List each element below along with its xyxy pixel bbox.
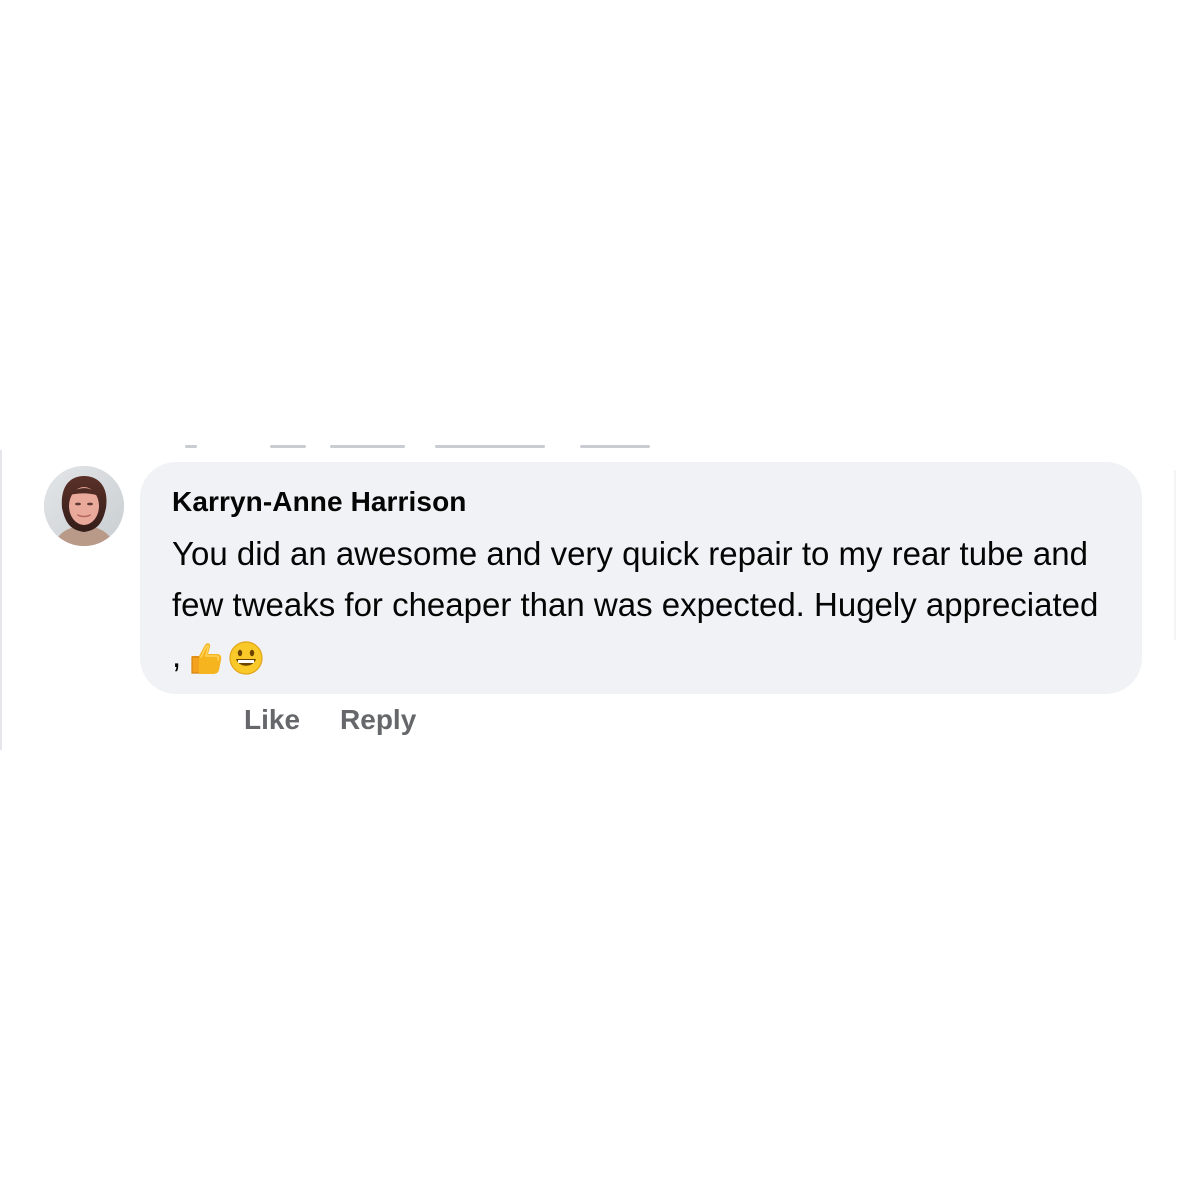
avatar[interactable] xyxy=(44,466,124,546)
comment-body: You did an awesome and very quick repair… xyxy=(172,535,1099,674)
clipped-previous-comment xyxy=(185,441,655,451)
comment-actions: Like Reply xyxy=(244,704,416,736)
comment-bubble: Karryn-Anne Harrison You did an awesome … xyxy=(140,462,1142,694)
edge-line xyxy=(1174,470,1176,640)
comment-text: You did an awesome and very quick repair… xyxy=(172,528,1112,681)
comment-item: Karryn-Anne Harrison You did an awesome … xyxy=(42,462,1152,762)
thumbs-up-icon xyxy=(185,639,223,677)
reply-button[interactable]: Reply xyxy=(340,704,416,736)
comment-author[interactable]: Karryn-Anne Harrison xyxy=(172,486,467,518)
emoji-row xyxy=(185,639,265,677)
comment-canvas: Karryn-Anne Harrison You did an awesome … xyxy=(0,0,1200,1200)
thread-divider xyxy=(0,450,2,750)
like-button[interactable]: Like xyxy=(244,704,300,736)
grinning-face-icon xyxy=(227,639,265,677)
